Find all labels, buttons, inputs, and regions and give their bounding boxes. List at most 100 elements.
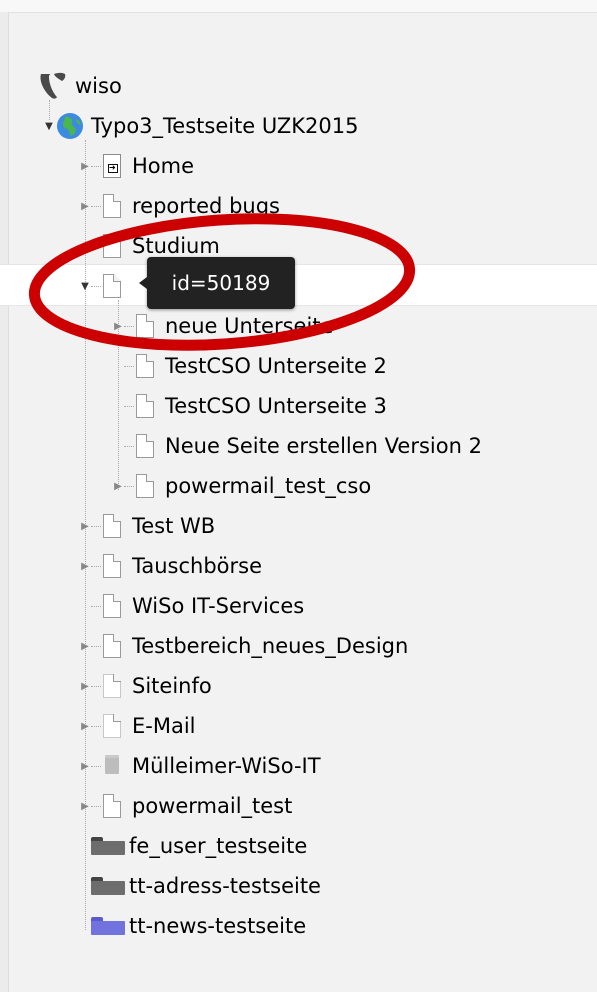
folder-icon: [91, 877, 125, 895]
tree-item[interactable]: ▶ reported bugs: [79, 186, 280, 226]
expand-arrow-icon[interactable]: ▶: [112, 306, 124, 346]
folder-icon: [91, 837, 125, 855]
tree-item-label: powermail_test_cso: [165, 474, 372, 498]
tree-item[interactable]: ▶ Tauschbörse: [79, 546, 262, 586]
tree-item-label: WiSo IT-Services: [132, 594, 305, 618]
tree-item-label: Neue Seite erstellen Version 2: [165, 434, 482, 458]
tree-item-label: reported bugs: [132, 194, 280, 218]
page-icon: [103, 674, 121, 698]
tree-child-item[interactable]: ▶ neue Unterseite: [112, 306, 333, 346]
tree-connector: [124, 365, 134, 367]
tree-connector: [124, 445, 134, 447]
tree-connector: [124, 325, 134, 327]
tree-connector: [124, 405, 134, 407]
tree-child-item[interactable]: TestCSO Unterseite 2: [112, 346, 387, 386]
tree-item-label: Testbereich_neues_Design: [132, 634, 409, 658]
tree-connector: [91, 285, 101, 287]
tree-connector: [91, 685, 101, 687]
tree-connector: [91, 805, 101, 807]
page-icon: [103, 514, 121, 538]
page-icon: [136, 474, 154, 498]
tree-site[interactable]: ▼ Typo3_Testseite UZK2015: [43, 106, 359, 146]
tree-item-label: TestCSO Unterseite 3: [165, 394, 387, 418]
page-icon: [103, 714, 121, 738]
tree-item[interactable]: ▶ Test WB: [79, 506, 215, 546]
tree-item[interactable]: tt-news-testseite: [79, 906, 306, 946]
expand-arrow-icon[interactable]: ▶: [79, 666, 91, 706]
tree-root[interactable]: wiso: [37, 66, 122, 106]
tree-root-label: wiso: [75, 74, 122, 98]
tree-child-item[interactable]: Neue Seite erstellen Version 2: [112, 426, 482, 466]
expand-arrow-icon[interactable]: ▶: [79, 546, 91, 586]
tree-connector: [91, 765, 101, 767]
expand-arrow-icon[interactable]: ▶: [79, 786, 91, 826]
tree-item-label: tt-adress-testseite: [129, 874, 321, 898]
tree-item[interactable]: WiSo IT-Services: [79, 586, 304, 626]
tree-item-label: Siteinfo: [132, 674, 212, 698]
tree-item[interactable]: ▶ powermail_test: [79, 786, 292, 826]
tree-item-label: Test WB: [132, 514, 216, 538]
page-icon: [103, 234, 121, 258]
collapse-arrow-icon[interactable]: ▼: [79, 266, 91, 306]
page-icon: [103, 274, 121, 298]
collapse-arrow-icon[interactable]: ▼: [43, 106, 55, 146]
expand-arrow-icon[interactable]: ▶: [79, 186, 91, 226]
tree-connector: [91, 245, 101, 247]
page-id-tooltip: id=50189: [139, 257, 295, 309]
tree-item-label: E-Mail: [132, 714, 196, 738]
tree-child-item[interactable]: TestCSO Unterseite 3: [112, 386, 387, 426]
tree-item[interactable]: ▶ E-Mail: [79, 706, 196, 746]
page-icon: [136, 434, 154, 458]
tree-item[interactable]: tt-adress-testseite: [79, 866, 321, 906]
tree-item-label: fe_user_testseite: [129, 834, 308, 858]
page-icon: [136, 394, 154, 418]
expand-arrow-icon[interactable]: ▶: [79, 626, 91, 666]
tree-item[interactable]: ▶ Siteinfo: [79, 666, 212, 706]
tree-connector: [91, 525, 101, 527]
tree-item-label: tt-news-testseite: [129, 914, 307, 938]
tree-item-label: Studium: [132, 234, 220, 258]
tree-item[interactable]: ▶ Mülleimer-WiSo-IT: [79, 746, 321, 786]
tree-connector: [91, 645, 101, 647]
expand-arrow-icon[interactable]: ▶: [79, 146, 91, 186]
tree-item[interactable]: ▶ Testbereich_neues_Design: [79, 626, 408, 666]
page-icon: [103, 554, 121, 578]
tree-item[interactable]: ▶ Home: [79, 146, 194, 186]
tree-item-label: Mülleimer-WiSo-IT: [132, 754, 321, 778]
page-icon: [103, 194, 121, 218]
left-edge: [0, 12, 9, 992]
tree-connector: [91, 565, 101, 567]
tree-connector: [91, 165, 101, 167]
tree-child-item[interactable]: ▶ powermail_test_cso: [112, 466, 371, 506]
expand-arrow-icon[interactable]: ▶: [79, 506, 91, 546]
tree-site-label: Typo3_Testseite UZK2015: [91, 114, 359, 138]
page-icon: [136, 354, 154, 378]
page-icon: [103, 634, 121, 658]
tree-item-label: powermail_test: [132, 794, 293, 818]
tree-item-label: TestCSO Unterseite 2: [165, 354, 387, 378]
tree-item-label: neue Unterseite: [165, 314, 334, 338]
trash-icon: [103, 754, 121, 778]
page-icon: [103, 594, 121, 618]
expand-arrow-icon[interactable]: ▶: [112, 466, 124, 506]
tree-item-selected[interactable]: ▼: [79, 266, 132, 306]
tree-item[interactable]: fe_user_testseite: [79, 826, 307, 866]
folder-blue-icon: [91, 917, 125, 935]
tree-item-label: Home: [132, 154, 195, 178]
tree-item-label: Tauschbörse: [132, 554, 262, 578]
shortcut-page-icon: [103, 154, 121, 178]
tooltip-text: id=50189: [171, 271, 271, 295]
tree-connector: [91, 605, 101, 607]
top-bar: [0, 0, 597, 13]
typo3-logo-icon: [37, 71, 71, 101]
tree-connector: [91, 725, 101, 727]
expand-arrow-icon[interactable]: ▶: [79, 746, 91, 786]
expand-arrow-icon[interactable]: ▶: [79, 706, 91, 746]
